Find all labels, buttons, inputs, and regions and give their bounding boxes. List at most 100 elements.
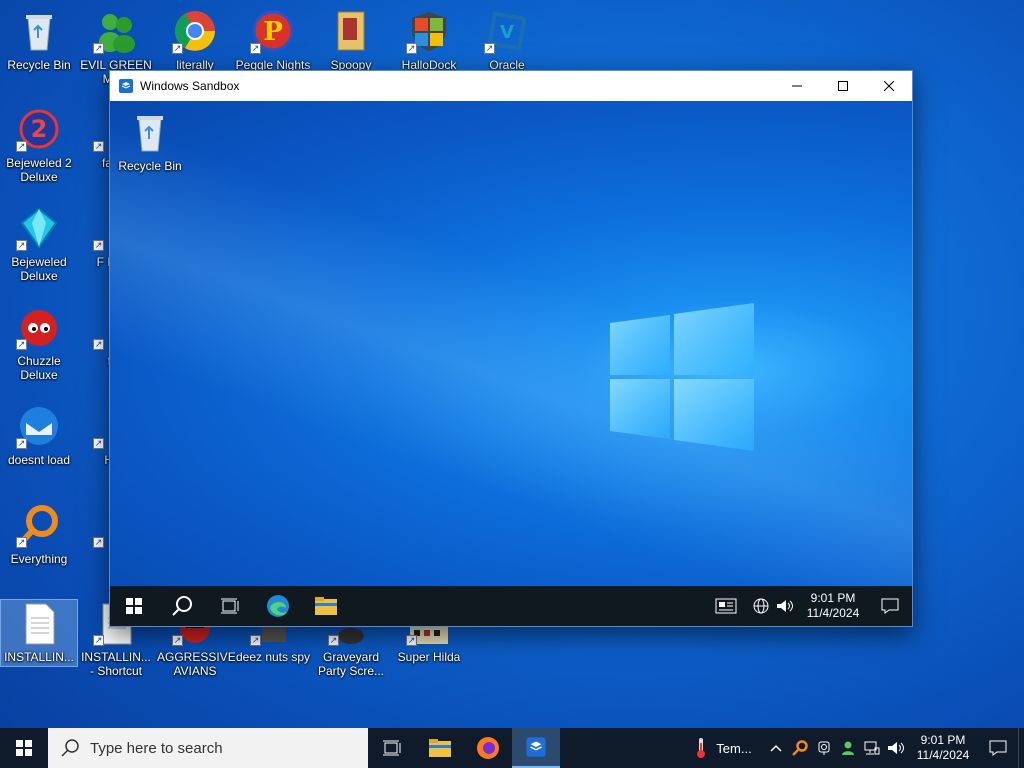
desktop-icon-literally[interactable]: ↗ literally [157,8,233,72]
news-icon [715,598,737,614]
search-icon [61,739,79,757]
svg-text:2: 2 [31,115,48,143]
start-button[interactable] [0,728,48,768]
sandbox-start-button[interactable] [110,586,158,626]
sandbox-clock[interactable]: 9:01 PM 11/4/2024 [798,591,868,621]
sandbox-icon-recycle-bin[interactable]: Recycle Bin [112,109,188,173]
shortcut-arrow-icon: ↗ [16,141,27,152]
sandbox-search-button[interactable] [158,586,206,626]
folder-doc-icon [328,8,374,54]
sandbox-app-icon [526,737,546,757]
thermometer-icon [697,738,706,758]
desktop-icon-peggle-nights[interactable]: P ↗ Peggle Nights [235,8,311,72]
sandbox-app-icon [119,79,133,93]
shortcut-arrow-icon: ↗ [93,339,104,350]
shortcut-arrow-icon: ↗ [16,438,27,449]
sandbox-file-explorer-button[interactable] [302,586,350,626]
desktop-icon-recycle-bin[interactable]: Recycle Bin [1,8,77,72]
shortcut-arrow-icon: ↗ [484,43,495,54]
windows-logo-wallpaper [610,303,754,451]
clock-date: 11/4/2024 [916,748,970,762]
diamond-gem-icon: ↗ [16,205,62,251]
close-button[interactable] [866,71,912,101]
sandbox-desktop[interactable]: Recycle Bin [110,101,912,586]
sandbox-window[interactable]: Windows Sandbox Recycle Bin 9:01 PM 11/4… [109,70,913,627]
desktop-icon-everything[interactable]: ↗ Everything [1,502,77,566]
sandbox-task-view-button[interactable] [206,586,254,626]
shortcut-arrow-icon: ↗ [93,438,104,449]
camera-tray-icon[interactable] [812,728,836,768]
notification-icon [881,598,899,614]
chrome-icon: ↗ [172,8,218,54]
recycle-bin-icon [16,8,62,54]
show-desktop-button[interactable] [1018,728,1024,768]
shortcut-arrow-icon: ↗ [16,240,27,251]
shortcut-arrow-icon: ↗ [172,43,183,54]
firefox-button[interactable] [464,728,512,768]
task-view-icon [383,740,401,756]
recycle-bin-icon [127,109,173,155]
sandbox-network-icon[interactable] [750,586,772,626]
shortcut-arrow-icon: ↗ [406,635,417,646]
clock-time: 9:01 PM [920,733,966,747]
desktop-icon-oracle[interactable]: V ↗ Oracle [469,8,545,72]
file-explorer-button[interactable] [416,728,464,768]
taskbar-clock[interactable]: 9:01 PM 11/4/2024 [908,733,978,763]
virtualbox-icon: V ↗ [484,8,530,54]
sandbox-taskbar-button[interactable] [512,728,560,768]
sandbox-edge-button[interactable] [254,586,302,626]
sandbox-taskbar: 9:01 PM 11/4/2024 [110,586,912,626]
weather-widget[interactable]: Tem... [682,728,764,768]
folder-icon [315,597,337,615]
shortcut-arrow-icon: ↗ [328,635,339,646]
windows-start-icon [16,740,32,756]
windows-start-icon [126,598,142,614]
shortcut-arrow-icon: ↗ [93,537,104,548]
windows-shield-icon: ↗ [406,8,452,54]
shortcut-arrow-icon: ↗ [172,635,183,646]
sandbox-news-button[interactable] [702,586,750,626]
notification-icon [989,740,1007,756]
volume-icon[interactable] [884,728,908,768]
sandbox-titlebar[interactable]: Windows Sandbox [110,71,912,101]
sandbox-title: Windows Sandbox [140,79,240,93]
shortcut-arrow-icon: ↗ [93,635,104,646]
task-view-button[interactable] [368,728,416,768]
green-men-icon: ↗ [93,8,139,54]
network-icon[interactable] [860,728,884,768]
edge-icon [267,595,289,617]
desktop-icon-bejeweled[interactable]: ↗ Bejeweled Deluxe [1,205,77,283]
desktop-icon-spoopy[interactable]: Spoopy [313,8,389,72]
desktop-icon-installing[interactable]: INSTALLIN... [0,599,78,667]
svg-text:V: V [500,22,514,43]
chuzzle-icon: ↗ [16,304,62,350]
sandbox-volume-icon[interactable] [772,586,798,626]
desktop-icon-chuzzle[interactable]: ↗ Chuzzle Deluxe [1,304,77,382]
magnifier-orange-icon: ↗ [16,502,62,548]
peggle-icon: P ↗ [250,8,296,54]
everything-tray-icon[interactable] [788,728,812,768]
minimize-button[interactable] [774,71,820,101]
shortcut-arrow-icon: ↗ [16,537,27,548]
sandbox-clock-date: 11/4/2024 [806,606,860,620]
desktop-icon-bejeweled-2[interactable]: 2 ↗ Bejeweled 2 Deluxe [1,106,77,184]
notifications-button[interactable] [978,728,1018,768]
wallpaper-light-beam [110,101,912,586]
document-icon [16,600,62,646]
shortcut-arrow-icon: ↗ [250,635,261,646]
search-placeholder: Type here to search [90,739,223,757]
sandbox-notifications-button[interactable] [868,586,912,626]
folder-icon [429,739,451,757]
maximize-button[interactable] [820,71,866,101]
bejeweled-2-icon: 2 ↗ [16,106,62,152]
task-view-icon [221,598,239,614]
firefox-icon [477,737,499,759]
person-tray-icon[interactable] [836,728,860,768]
taskbar-search-box[interactable]: Type here to search [48,728,368,768]
shortcut-arrow-icon: ↗ [93,141,104,152]
thunderbird-icon: ↗ [16,403,62,449]
desktop-icon-doesnt-load[interactable]: ↗ doesnt load [1,403,77,467]
weather-label: Tem... [716,740,752,756]
show-hidden-icons-chevron-up-icon[interactable] [764,728,788,768]
desktop-icon-hallodock[interactable]: ↗ HalloDock [391,8,467,72]
